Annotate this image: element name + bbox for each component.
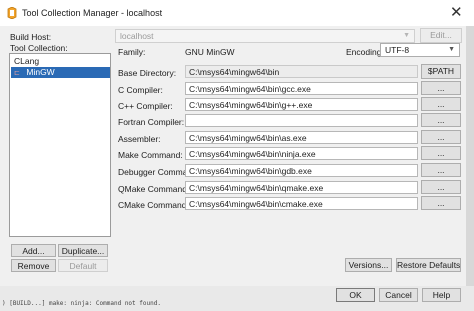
- family-value: GNU MinGW: [185, 47, 235, 57]
- c-compiler-browse-button[interactable]: ...: [421, 81, 461, 95]
- qmake-command-browse-button[interactable]: ...: [421, 180, 461, 194]
- make-command-field[interactable]: C:\msys64\mingw64\bin\ninja.exe: [185, 147, 418, 160]
- qmake-command-label: QMake Command:: [118, 184, 190, 194]
- help-button[interactable]: Help: [422, 288, 461, 302]
- list-item-clang[interactable]: CLang: [11, 56, 110, 67]
- edit-host-button[interactable]: Edit...: [420, 28, 462, 43]
- family-label: Family:: [118, 47, 146, 57]
- debugger-command-field[interactable]: C:\msys64\mingw64\bin\gdb.exe: [185, 164, 418, 177]
- qmake-command-field[interactable]: C:\msys64\mingw64\bin\qmake.exe: [185, 181, 418, 194]
- chevron-down-icon: ▼: [403, 32, 410, 39]
- c-compiler-field[interactable]: C:\msys64\mingw64\bin\gcc.exe: [185, 82, 418, 95]
- add-button[interactable]: Add...: [11, 244, 56, 257]
- close-icon[interactable]: ✕: [450, 5, 463, 20]
- cmake-command-value: C:\msys64\mingw64\bin\cmake.exe: [189, 199, 323, 209]
- chevron-down-icon: ▼: [448, 46, 455, 53]
- flag-icon: ⊏: [14, 70, 20, 77]
- c-compiler-value: C:\msys64\mingw64\bin\gcc.exe: [189, 84, 311, 94]
- background-output-text: ) [BUILD...] make: ninja: Command not fo…: [2, 300, 161, 307]
- cpp-compiler-browse-button[interactable]: ...: [421, 97, 461, 111]
- build-host-label: Build Host:: [10, 32, 52, 42]
- cancel-button[interactable]: Cancel: [379, 288, 418, 302]
- base-dir-value: C:\msys64\mingw64\bin: [189, 67, 280, 77]
- debugger-command-browse-button[interactable]: ...: [421, 163, 461, 177]
- make-command-label: Make Command:: [118, 150, 183, 160]
- restore-defaults-button[interactable]: Restore Defaults: [396, 258, 461, 272]
- ok-button[interactable]: OK: [336, 288, 375, 302]
- tool-collection-list[interactable]: CLang ⊏ MinGW: [9, 53, 111, 237]
- window-title: Tool Collection Manager - localhost: [22, 8, 163, 18]
- app-icon: [7, 7, 17, 19]
- assembler-value: C:\msys64\mingw64\bin\as.exe: [189, 133, 307, 143]
- versions-button[interactable]: Versions...: [345, 258, 392, 272]
- c-compiler-label: C Compiler:: [118, 85, 163, 95]
- fortran-compiler-browse-button[interactable]: ...: [421, 113, 461, 127]
- cpp-compiler-value: C:\msys64\mingw64\bin\g++.exe: [189, 100, 313, 110]
- remove-button[interactable]: Remove: [11, 259, 56, 272]
- assembler-label: Assembler:: [118, 134, 161, 144]
- encoding-label: Encoding:: [346, 47, 384, 57]
- tool-collection-label: Tool Collection:: [10, 43, 68, 53]
- encoding-select[interactable]: UTF-8 ▼: [380, 43, 460, 57]
- default-button[interactable]: Default: [58, 259, 108, 272]
- list-item-label: MinGW: [26, 67, 55, 77]
- assembler-browse-button[interactable]: ...: [421, 130, 461, 144]
- cmake-command-field[interactable]: C:\msys64\mingw64\bin\cmake.exe: [185, 197, 418, 210]
- fortran-compiler-label: Fortran Compiler:: [118, 117, 185, 127]
- base-dir-field: C:\msys64\mingw64\bin: [185, 65, 418, 78]
- debugger-command-value: C:\msys64\mingw64\bin\gdb.exe: [189, 166, 312, 176]
- build-host-value: localhost: [120, 31, 154, 41]
- cmake-command-label: CMake Command:: [118, 200, 189, 210]
- encoding-value: UTF-8: [385, 45, 410, 55]
- duplicate-button[interactable]: Duplicate...: [58, 244, 108, 257]
- qmake-command-value: C:\msys64\mingw64\bin\qmake.exe: [189, 183, 324, 193]
- base-dir-label: Base Directory:: [118, 68, 177, 78]
- cpp-compiler-label: C++ Compiler:: [118, 101, 173, 111]
- make-command-value: C:\msys64\mingw64\bin\ninja.exe: [189, 149, 316, 159]
- fortran-compiler-field[interactable]: [185, 114, 418, 127]
- assembler-field[interactable]: C:\msys64\mingw64\bin\as.exe: [185, 131, 418, 144]
- path-button[interactable]: $PATH: [421, 64, 461, 79]
- list-item-label: CLang: [14, 56, 40, 66]
- cpp-compiler-field[interactable]: C:\msys64\mingw64\bin\g++.exe: [185, 98, 418, 111]
- list-item-mingw[interactable]: ⊏ MinGW: [11, 67, 110, 78]
- cmake-command-browse-button[interactable]: ...: [421, 196, 461, 210]
- make-command-browse-button[interactable]: ...: [421, 146, 461, 160]
- window-edge: [466, 26, 474, 311]
- build-host-select[interactable]: localhost ▼: [115, 29, 415, 43]
